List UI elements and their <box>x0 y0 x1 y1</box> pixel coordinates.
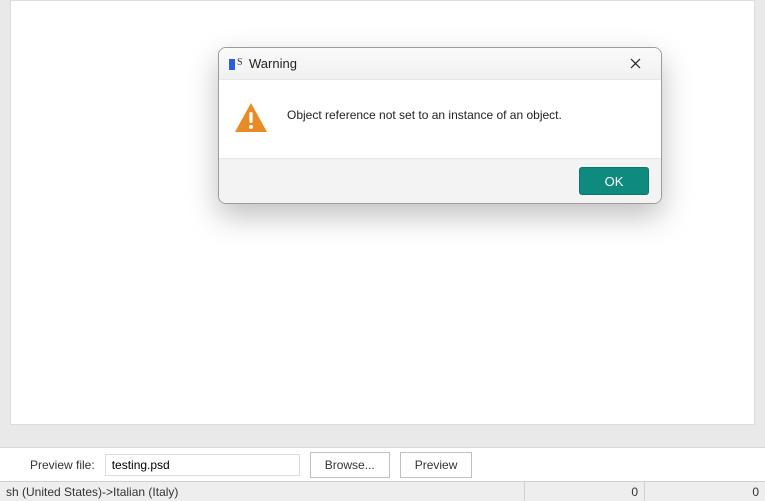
close-icon <box>630 58 641 69</box>
app-icon: S <box>227 56 243 72</box>
status-count-2: 0 <box>645 482 765 501</box>
status-bar: sh (United States)->Italian (Italy) 0 0 <box>0 481 765 501</box>
preview-button[interactable]: Preview <box>400 452 473 478</box>
dialog-button-row: OK <box>219 158 661 203</box>
preview-file-label: Preview file: <box>30 458 95 472</box>
dialog-titlebar[interactable]: S Warning <box>219 48 661 80</box>
browse-button[interactable]: Browse... <box>310 452 390 478</box>
close-button[interactable] <box>613 50 657 78</box>
ok-button[interactable]: OK <box>579 167 649 195</box>
status-count-1: 0 <box>525 482 645 501</box>
dialog-title: Warning <box>249 56 613 71</box>
dialog-message: Object reference not set to an instance … <box>287 100 562 122</box>
warning-icon <box>233 100 269 136</box>
status-language: sh (United States)->Italian (Italy) <box>0 482 525 501</box>
bottom-toolbar: Preview file: Browse... Preview <box>0 447 765 481</box>
dialog-body: Object reference not set to an instance … <box>219 80 661 158</box>
svg-text:S: S <box>237 57 243 68</box>
warning-dialog: S Warning Object reference not set to an… <box>218 47 662 204</box>
preview-file-input[interactable] <box>105 454 300 476</box>
